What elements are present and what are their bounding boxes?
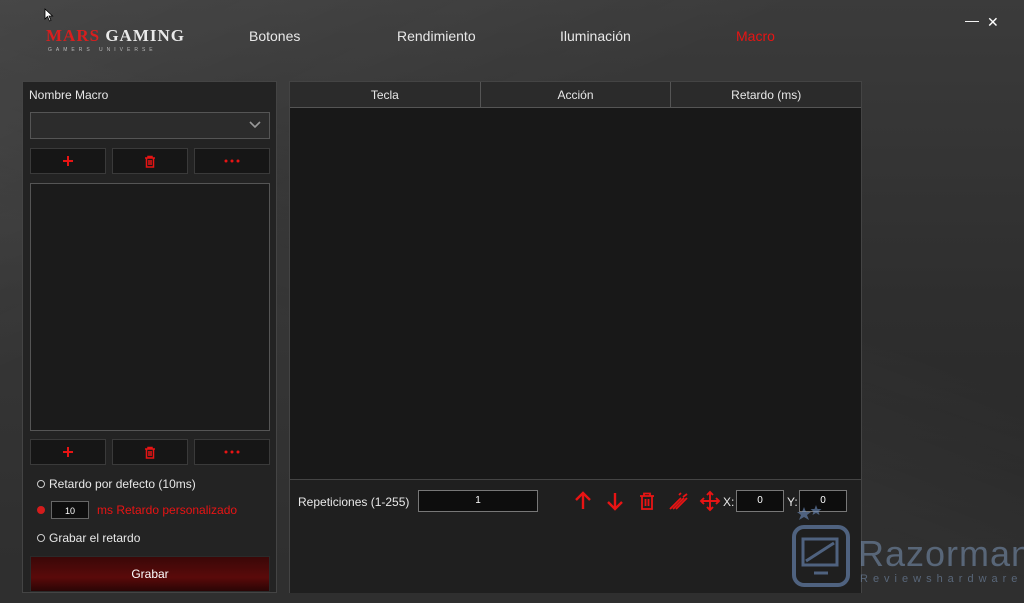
add-step-button[interactable]: [30, 439, 106, 465]
macro-editor-panel: Tecla Acción Retardo (ms) Repeticiones (…: [289, 81, 862, 593]
trash-icon: [145, 446, 155, 459]
custom-delay-option[interactable]: 10 ms Retardo personalizado: [37, 501, 237, 519]
custom-delay-label: ms Retardo personalizado: [97, 503, 238, 517]
column-header-retardo[interactable]: Retardo (ms): [671, 82, 862, 108]
more-macro-button[interactable]: [194, 148, 270, 174]
ellipsis-icon: [224, 450, 240, 454]
mouse-cursor-icon: [44, 8, 54, 22]
monitor-logo-icon: [792, 505, 850, 587]
custom-delay-radio[interactable]: [37, 506, 45, 514]
record-delay-option[interactable]: Grabar el retardo: [37, 531, 140, 545]
close-button[interactable]: ✕: [987, 14, 999, 31]
watermark: Razorman Reviewshardware: [790, 505, 1024, 600]
tab-macro[interactable]: Macro: [736, 28, 775, 44]
plus-icon: [63, 156, 73, 166]
move-cursor-icon[interactable]: [699, 490, 721, 512]
tab-botones[interactable]: Botones: [249, 28, 300, 44]
plus-icon: [63, 447, 73, 457]
default-delay-option[interactable]: Retardo por defecto (10ms): [37, 477, 196, 491]
tab-iluminacion[interactable]: Iluminación: [560, 28, 631, 44]
chevron-down-icon: [249, 121, 261, 129]
macro-steps-table[interactable]: [290, 108, 861, 479]
repetitions-label: Repeticiones (1-255): [298, 495, 410, 509]
record-delay-radio[interactable]: [37, 534, 45, 542]
record-button[interactable]: Grabar: [30, 556, 270, 592]
default-delay-radio[interactable]: [37, 480, 45, 488]
trash-icon[interactable]: [636, 490, 658, 512]
arrow-down-icon[interactable]: [604, 490, 626, 512]
watermark-sub: Reviewshardware: [860, 573, 1023, 585]
macro-list-panel: Nombre Macro Retardo por defecto (10ms) …: [22, 81, 277, 593]
brand-subtitle: GAMERS UNIVERSE: [48, 47, 157, 53]
brand-gaming: GAMING: [100, 26, 185, 45]
trash-icon: [145, 155, 155, 168]
add-macro-button[interactable]: [30, 148, 106, 174]
record-delay-label: Grabar el retardo: [49, 531, 141, 545]
table-header: Tecla Acción Retardo (ms): [290, 82, 862, 108]
watermark-name: Razorman: [858, 533, 1024, 574]
x-input[interactable]: 0: [736, 490, 784, 512]
delete-step-button[interactable]: [112, 439, 188, 465]
macro-listbox[interactable]: [30, 183, 270, 431]
custom-delay-input[interactable]: 10: [51, 501, 89, 519]
more-step-button[interactable]: [194, 439, 270, 465]
tab-rendimiento[interactable]: Rendimiento: [397, 28, 476, 44]
x-label: X:: [723, 495, 735, 509]
repetitions-input[interactable]: 1: [418, 490, 538, 512]
arrow-up-icon[interactable]: [572, 490, 594, 512]
title-bar: MARS GAMING GAMERS UNIVERSE Botones Rend…: [0, 0, 1024, 70]
delete-macro-button[interactable]: [112, 148, 188, 174]
editor-toolbar: Repeticiones (1-255) 1 X: 0 Y: 0: [290, 479, 861, 593]
macro-name-dropdown[interactable]: [30, 112, 270, 139]
ellipsis-icon: [224, 159, 240, 163]
minimize-button[interactable]: —: [965, 12, 979, 28]
mouse-click-icon[interactable]: [667, 490, 689, 512]
column-header-tecla[interactable]: Tecla: [290, 82, 481, 108]
brand-logo: MARS GAMING GAMERS UNIVERSE: [46, 26, 185, 53]
brand-mars: MARS: [46, 26, 101, 45]
macro-name-label: Nombre Macro: [29, 88, 109, 102]
column-header-accion[interactable]: Acción: [480, 82, 672, 108]
default-delay-label: Retardo por defecto (10ms): [49, 477, 196, 491]
